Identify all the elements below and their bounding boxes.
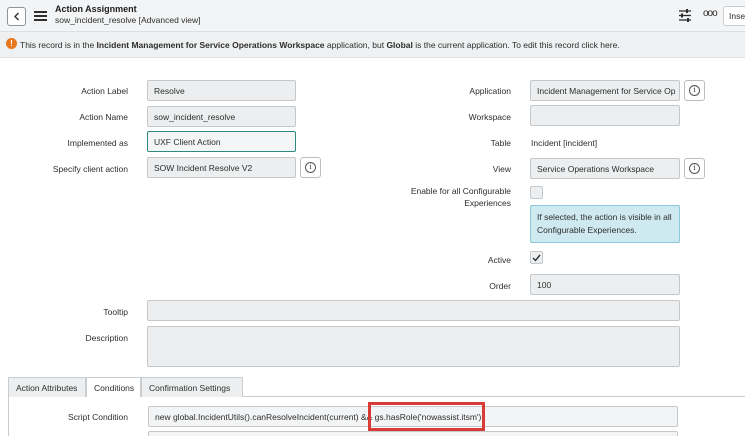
banner-link[interactable]: here: [600, 40, 617, 50]
banner-message: This record is in the Incident Managemen…: [20, 40, 620, 50]
info-icon: i: [689, 85, 700, 96]
script-condition-label: Script Condition: [67, 412, 128, 422]
hamburger-icon[interactable]: [34, 11, 47, 21]
tooltip-field[interactable]: [147, 300, 680, 321]
action-label-label: Action Label: [81, 86, 128, 96]
application-field[interactable]: Incident Management for Service Op: [530, 80, 680, 101]
info-banner: ! This record is in the Incident Managem…: [0, 32, 745, 58]
client-action-field[interactable]: SOW Incident Resolve V2: [147, 157, 296, 178]
page-subtitle: sow_incident_resolve [Advanced view]: [55, 15, 201, 25]
implemented-as-field[interactable]: UXF Client Action: [147, 131, 296, 152]
more-icon[interactable]: ooo: [703, 8, 718, 19]
enable-all-checkbox[interactable]: [530, 186, 543, 199]
info-icon: i: [689, 163, 700, 174]
page-title: Action Assignment: [55, 4, 137, 14]
view-label: View: [492, 164, 511, 174]
order-field[interactable]: 100: [530, 274, 680, 295]
info-icon: i: [305, 162, 316, 173]
action-name-label: Action Name: [79, 112, 128, 122]
chevron-left-icon: [13, 12, 19, 21]
tooltip-label: Tooltip: [103, 307, 128, 317]
description-field[interactable]: [147, 326, 680, 367]
table-value: Incident [incident]: [531, 138, 598, 148]
exclamation-icon: !: [6, 38, 17, 49]
application-info-button[interactable]: i: [684, 80, 705, 101]
next-condition-field[interactable]: [148, 431, 678, 436]
enable-all-label-line1: Enable for all Configurable: [410, 186, 511, 196]
application-label: Application: [469, 86, 511, 96]
insert-button[interactable]: Inse: [723, 6, 745, 26]
description-label: Description: [85, 333, 128, 343]
active-checkbox[interactable]: [530, 251, 543, 264]
view-info-button[interactable]: i: [684, 158, 705, 179]
client-action-label: Specify client action: [52, 164, 128, 174]
client-action-info-button[interactable]: i: [300, 157, 321, 178]
workspace-field[interactable]: [530, 105, 680, 126]
back-button[interactable]: [7, 7, 26, 26]
tab-conditions[interactable]: Conditions: [86, 377, 141, 398]
highlight-box: [368, 402, 485, 431]
table-label: Table: [490, 138, 511, 148]
action-label-field[interactable]: Resolve: [147, 80, 296, 101]
implemented-as-label: Implemented as: [67, 138, 128, 148]
active-label: Active: [487, 255, 511, 265]
checkmark-icon: [532, 254, 541, 262]
form-header: Action Assignment sow_incident_resolve […: [0, 0, 745, 32]
sliders-icon[interactable]: [678, 9, 692, 22]
view-field[interactable]: Service Operations Workspace: [530, 158, 680, 179]
enable-all-label-line2: Experiences: [464, 198, 511, 208]
tab-confirmation-settings[interactable]: Confirmation Settings: [141, 377, 243, 397]
workspace-label: Workspace: [468, 112, 511, 122]
action-name-field[interactable]: sow_incident_resolve: [147, 106, 296, 127]
tab-bar: Action Attributes Conditions Confirmatio…: [8, 377, 745, 398]
order-label: Order: [489, 281, 511, 291]
enable-all-hint: If selected, the action is visible in al…: [530, 205, 680, 243]
tab-action-attributes[interactable]: Action Attributes: [8, 377, 86, 397]
